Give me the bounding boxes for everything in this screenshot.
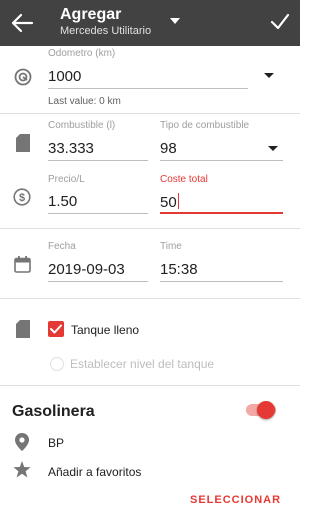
- dollar-icon: $: [13, 188, 31, 206]
- fuel-amount-label: Combustible (l): [48, 120, 116, 131]
- check-icon[interactable]: [270, 12, 290, 32]
- fuel-can-icon: [16, 134, 30, 152]
- odometer-input[interactable]: 1000: [48, 68, 81, 85]
- time-input[interactable]: 15:38: [160, 261, 198, 278]
- tank-level-radio[interactable]: [50, 357, 64, 371]
- fuel-can-icon: [16, 320, 30, 338]
- location-pin-icon: [15, 433, 29, 451]
- full-tank-label[interactable]: Tanque lleno: [71, 323, 139, 337]
- select-station-button[interactable]: SELECCIONAR: [190, 494, 281, 506]
- total-cost-label: Coste total: [160, 174, 208, 185]
- date-input[interactable]: 2019-09-03: [48, 261, 125, 278]
- divider: [0, 385, 300, 386]
- fuel-amount-underline: [48, 160, 148, 161]
- caret-down-icon[interactable]: [170, 18, 180, 24]
- price-unit-input[interactable]: 1.50: [48, 193, 77, 210]
- gas-station-title: Gasolinera: [12, 403, 95, 420]
- date-label: Fecha: [48, 241, 76, 252]
- arrow-left-icon[interactable]: [10, 12, 34, 34]
- divider: [0, 228, 300, 229]
- odometer-underline: [48, 88, 248, 89]
- odometer-icon: [14, 68, 32, 86]
- app-toolbar: Agregar Mercedes Utilitario: [0, 0, 300, 46]
- check-icon: [50, 324, 62, 334]
- tank-level-label[interactable]: Establecer nivel del tanque: [70, 357, 214, 371]
- price-unit-label: Precio/L: [48, 174, 85, 185]
- total-cost-input[interactable]: 50: [160, 193, 180, 211]
- fuel-type-underline: [160, 160, 283, 161]
- star-icon: [13, 461, 31, 478]
- full-tank-checkbox[interactable]: [48, 321, 64, 337]
- caret-down-icon[interactable]: [264, 73, 274, 78]
- divider: [0, 298, 300, 299]
- odometer-label: Odometro (km): [48, 48, 116, 59]
- vehicle-name[interactable]: Mercedes Utilitario: [60, 25, 151, 37]
- total-cost-underline: [160, 212, 283, 214]
- time-underline: [160, 281, 283, 282]
- text-cursor: [177, 193, 180, 209]
- date-underline: [48, 281, 148, 282]
- fuel-type-label: Tipo de combustible: [160, 120, 250, 131]
- caret-down-icon[interactable]: [268, 146, 278, 151]
- calendar-icon: [14, 256, 31, 273]
- price-unit-underline: [48, 213, 148, 214]
- odometer-hint: Last value: 0 km: [48, 96, 121, 107]
- station-name[interactable]: BP: [48, 436, 64, 450]
- toolbar-title: Agregar: [60, 6, 122, 23]
- divider: [0, 113, 300, 114]
- add-favorite-label[interactable]: Añadir a favoritos: [48, 465, 141, 479]
- fuel-amount-input[interactable]: 33.333: [48, 140, 94, 157]
- fuel-type-select[interactable]: 98: [160, 140, 177, 157]
- toggle-knob: [257, 401, 275, 419]
- time-label: Time: [160, 241, 182, 252]
- total-cost-value: 50: [160, 194, 177, 211]
- svg-text:$: $: [19, 192, 25, 204]
